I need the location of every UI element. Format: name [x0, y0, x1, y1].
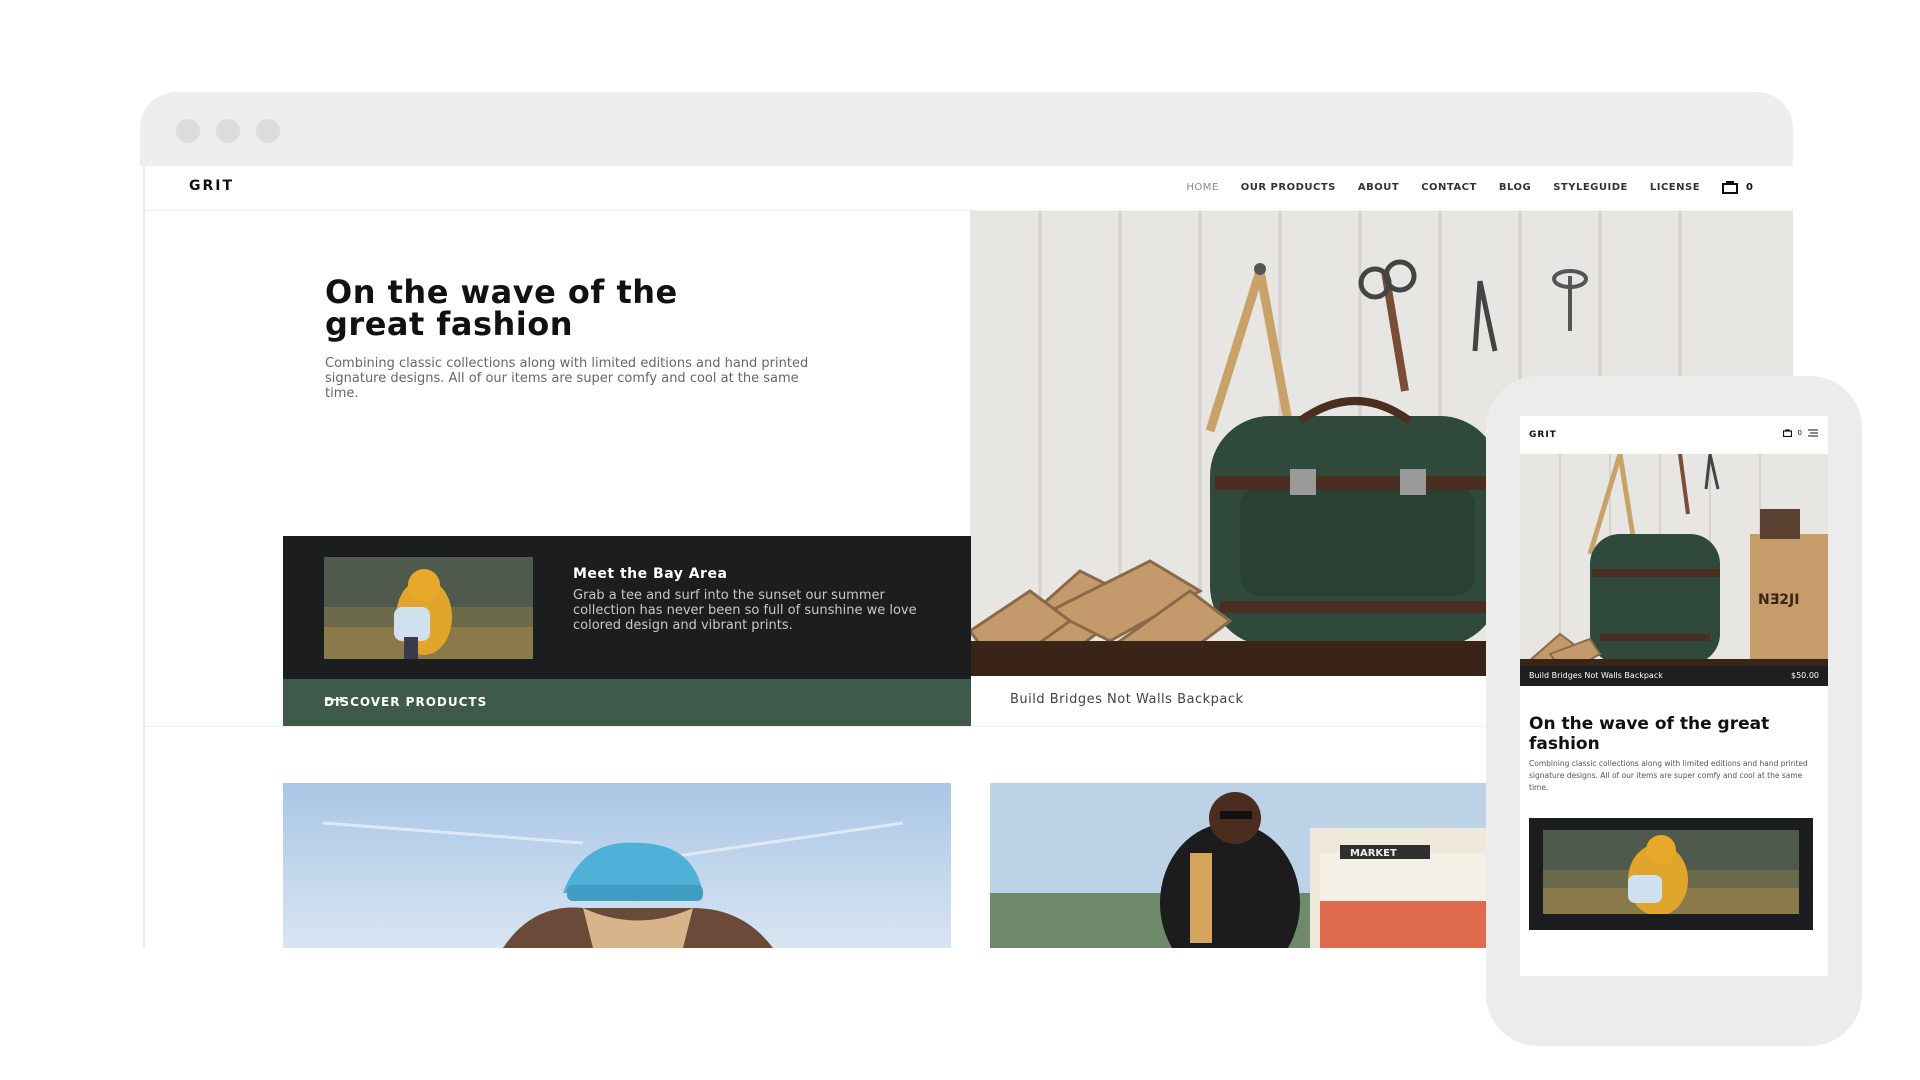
browser-toolbar [140, 92, 1793, 166]
mobile-kid-backpack-image [1543, 830, 1799, 914]
mobile-feature-card[interactable] [1529, 818, 1813, 930]
sky-beanie-image[interactable] [283, 783, 951, 948]
menu-icon[interactable] [1808, 429, 1818, 437]
site-logo[interactable]: GRIT [189, 178, 234, 194]
cart-button[interactable]: 0 [1722, 180, 1753, 194]
window-dot-icon[interactable] [176, 119, 200, 143]
hero-title: On the wave of the great fashion [325, 276, 845, 340]
nav-home[interactable]: HOME [1186, 182, 1218, 193]
mobile-screen: GRIT 0 NƎ2JI Build Bridges Not Walls Bac… [1520, 416, 1828, 976]
cart-count: 0 [1746, 181, 1753, 193]
hero-subtitle: Combining classic collections along with… [325, 356, 809, 401]
mobile-header-actions: 0 [1782, 429, 1818, 437]
card-title: Meet the Bay Area [573, 566, 728, 582]
nav-contact[interactable]: CONTACT [1421, 182, 1477, 193]
kid-backpack-thumbnail [324, 557, 533, 659]
arrow-right-icon: ⟶ [324, 692, 346, 708]
hero-text: On the wave of the great fashion Combini… [325, 276, 845, 401]
card-text: Grab a tee and surf into the sunset our … [573, 588, 917, 633]
product-name: Build Bridges Not Walls Backpack [1010, 692, 1244, 707]
discover-products-button[interactable]: DISCOVER PRODUCTS ⟶ [283, 679, 971, 726]
shopping-bag-icon[interactable] [1782, 429, 1792, 437]
window-dot-icon[interactable] [256, 119, 280, 143]
mobile-logo[interactable]: GRIT [1529, 430, 1557, 440]
svg-text:NƎ2JI: NƎ2JI [1758, 592, 1799, 608]
phone-frame: GRIT 0 NƎ2JI Build Bridges Not Walls Bac… [1486, 376, 1862, 1046]
nav-blog[interactable]: BLOG [1499, 182, 1531, 193]
mobile-hero-subtitle: Combining classic collections along with… [1529, 759, 1808, 792]
mobile-product-price: $50.00 [1791, 671, 1819, 680]
mobile-header: GRIT 0 [1520, 416, 1828, 454]
nav-styleguide[interactable]: STYLEGUIDE [1553, 182, 1628, 193]
site-header: GRIT HOME OUR PRODUCTS ABOUT CONTACT BLO… [145, 166, 1793, 211]
svg-text:MARKET: MARKET [1350, 848, 1397, 859]
nav-about[interactable]: ABOUT [1358, 182, 1399, 193]
nav-our-products[interactable]: OUR PRODUCTS [1241, 182, 1336, 193]
main-nav: HOME OUR PRODUCTS ABOUT CONTACT BLOG STY… [1186, 180, 1753, 194]
feature-card: Meet the Bay Area Grab a tee and surf in… [283, 536, 971, 726]
mobile-product-caption[interactable]: Build Bridges Not Walls Backpack $50.00 [1520, 666, 1828, 686]
shopping-bag-icon [1722, 181, 1739, 194]
nav-license[interactable]: LICENSE [1650, 182, 1700, 193]
mobile-cart-count: 0 [1797, 429, 1802, 437]
mobile-product-name: Build Bridges Not Walls Backpack [1529, 671, 1663, 680]
mobile-product-image[interactable]: NƎ2JI [1520, 454, 1828, 686]
mobile-hero-title: On the wave of the great fashion [1529, 714, 1770, 754]
window-dot-icon[interactable] [216, 119, 240, 143]
hero-title-line-2: great fashion [325, 305, 573, 343]
